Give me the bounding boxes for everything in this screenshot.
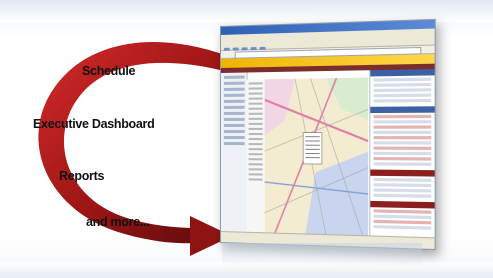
feature-and-more: and more... <box>86 215 150 229</box>
map-view[interactable] <box>264 77 369 237</box>
browser-window <box>220 18 436 251</box>
panel-header <box>370 68 435 77</box>
window-buttons <box>409 21 433 36</box>
window-reflection <box>222 243 422 267</box>
panel-header <box>370 169 435 177</box>
panel-header <box>370 200 435 209</box>
panel-header <box>370 106 435 114</box>
layer-list-panel <box>246 79 266 234</box>
feature-schedule: Schedule <box>82 64 136 78</box>
feature-reports: Reports <box>59 169 105 183</box>
left-nav-panel <box>220 72 248 233</box>
feature-executive-dashboard: Executive Dashboard <box>33 117 155 131</box>
dashboard-panel <box>369 68 435 239</box>
